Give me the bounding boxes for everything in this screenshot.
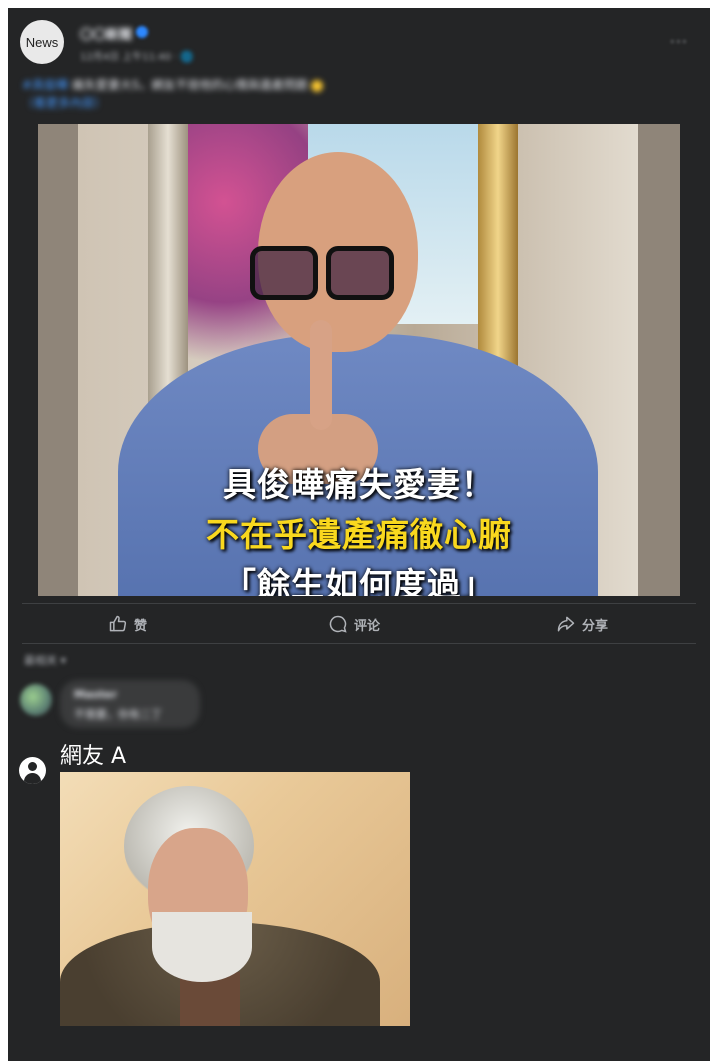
post-caption: #具俊曄 痛失愛妻大S，網友不捨他的心情與遺產問題 （看更多內容） [22,76,662,112]
share-button[interactable]: 分享 [556,610,608,638]
reply-author-name[interactable]: 網友 A [60,738,126,770]
emoji-icon [311,79,324,92]
page: News 〇〇新聞 12月4日 上午11:40 · 🌐 ··· #具俊曄 痛失愛… [0,0,717,1061]
caption-link[interactable]: （看更多內容） [22,96,106,110]
photo-finger [310,320,332,430]
post-timestamp[interactable]: 12月4日 上午11:40 · 🌐 [80,48,193,63]
caption-hashtag[interactable]: #具俊曄 [22,78,68,92]
share-label: 分享 [582,618,609,634]
like-button[interactable]: 赞 [108,610,147,638]
comment-text: 不需要，你有二丁 [74,708,162,721]
avatar-body-shape [24,773,41,784]
photo-headline-2: 不在乎遺產痛徹心腑 [206,515,512,554]
comment-label: 评论 [354,618,381,634]
reply-image[interactable] [60,772,410,1026]
verified-badge-icon [136,26,148,38]
page-avatar[interactable]: News [20,20,64,64]
user-avatar-icon[interactable] [19,757,46,784]
caption-text: 痛失愛妻大S，網友不捨他的心情與遺產問題 [71,78,308,92]
avatar-head-shape [28,762,37,771]
reply-image-beard [152,912,252,982]
comment-sort-dropdown[interactable]: 最相关 ▾ [24,652,66,668]
more-dots-icon[interactable]: ··· [670,32,688,51]
photo-headline-1: 具俊曄痛失愛妻！ [223,465,495,504]
photo-glasses-right [326,246,394,300]
post-photo[interactable]: 具俊曄痛失愛妻！ 不在乎遺產痛徹心腑 「餘生如何度過」 [38,124,680,596]
divider [22,603,696,604]
comment-bubble-icon [329,615,347,633]
comment-button[interactable]: 评论 [328,610,380,638]
divider [22,643,696,644]
thumbs-up-icon [109,615,127,632]
photo-glasses-left [250,246,318,300]
photo-gold-frame [478,124,518,374]
like-label: 赞 [134,618,148,634]
commenter-name[interactable]: Master [74,688,117,701]
comment-bubble[interactable]: Master 不需要，你有二丁 [60,680,200,728]
photo-headline-3: 「餘生如何度過」 [223,565,495,596]
commenter-avatar[interactable] [20,684,52,716]
share-arrow-icon [557,616,575,632]
page-name[interactable]: 〇〇新聞 [80,24,132,43]
